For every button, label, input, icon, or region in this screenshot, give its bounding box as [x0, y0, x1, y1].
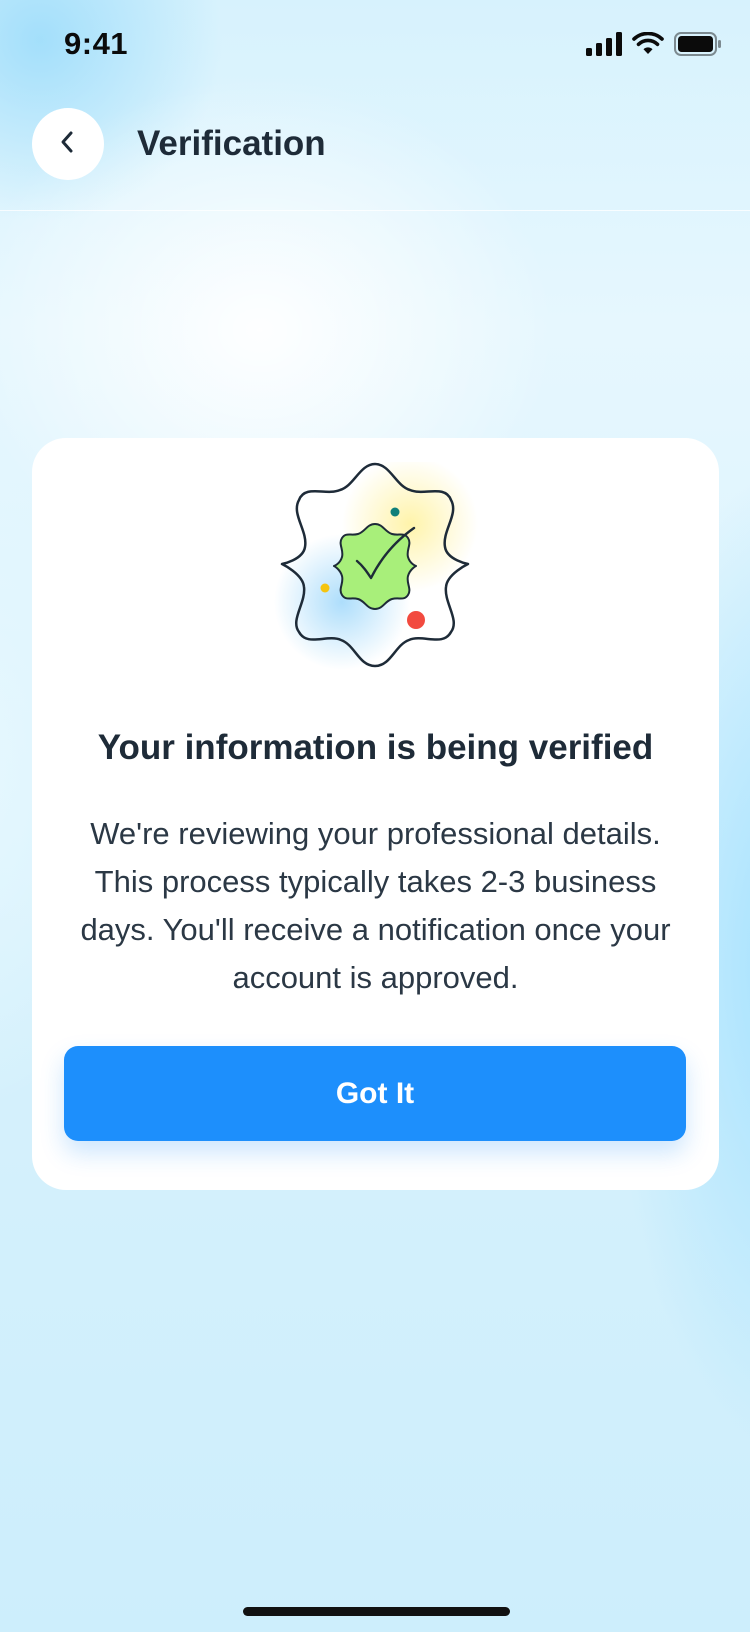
verification-card: Your information is being verified We're…: [32, 438, 719, 1190]
header-divider: [0, 210, 750, 211]
chevron-left-icon: [54, 128, 82, 161]
card-heading: Your information is being verified: [97, 728, 654, 767]
home-indicator[interactable]: [243, 1607, 510, 1616]
card-description: We're reviewing your professional detail…: [80, 816, 671, 995]
cellular-signal-icon: [586, 31, 622, 61]
header: Verification: [0, 108, 750, 210]
back-button[interactable]: [32, 108, 104, 180]
status-bar: 9:41: [0, 0, 750, 92]
got-it-button[interactable]: Got It: [64, 1046, 686, 1141]
battery-icon: [674, 31, 722, 61]
verified-badge-icon: [270, 456, 480, 672]
status-icons: [586, 31, 722, 61]
status-time: 9:41: [64, 26, 129, 61]
wifi-icon: [632, 31, 664, 61]
page-title: Verification: [137, 124, 326, 163]
